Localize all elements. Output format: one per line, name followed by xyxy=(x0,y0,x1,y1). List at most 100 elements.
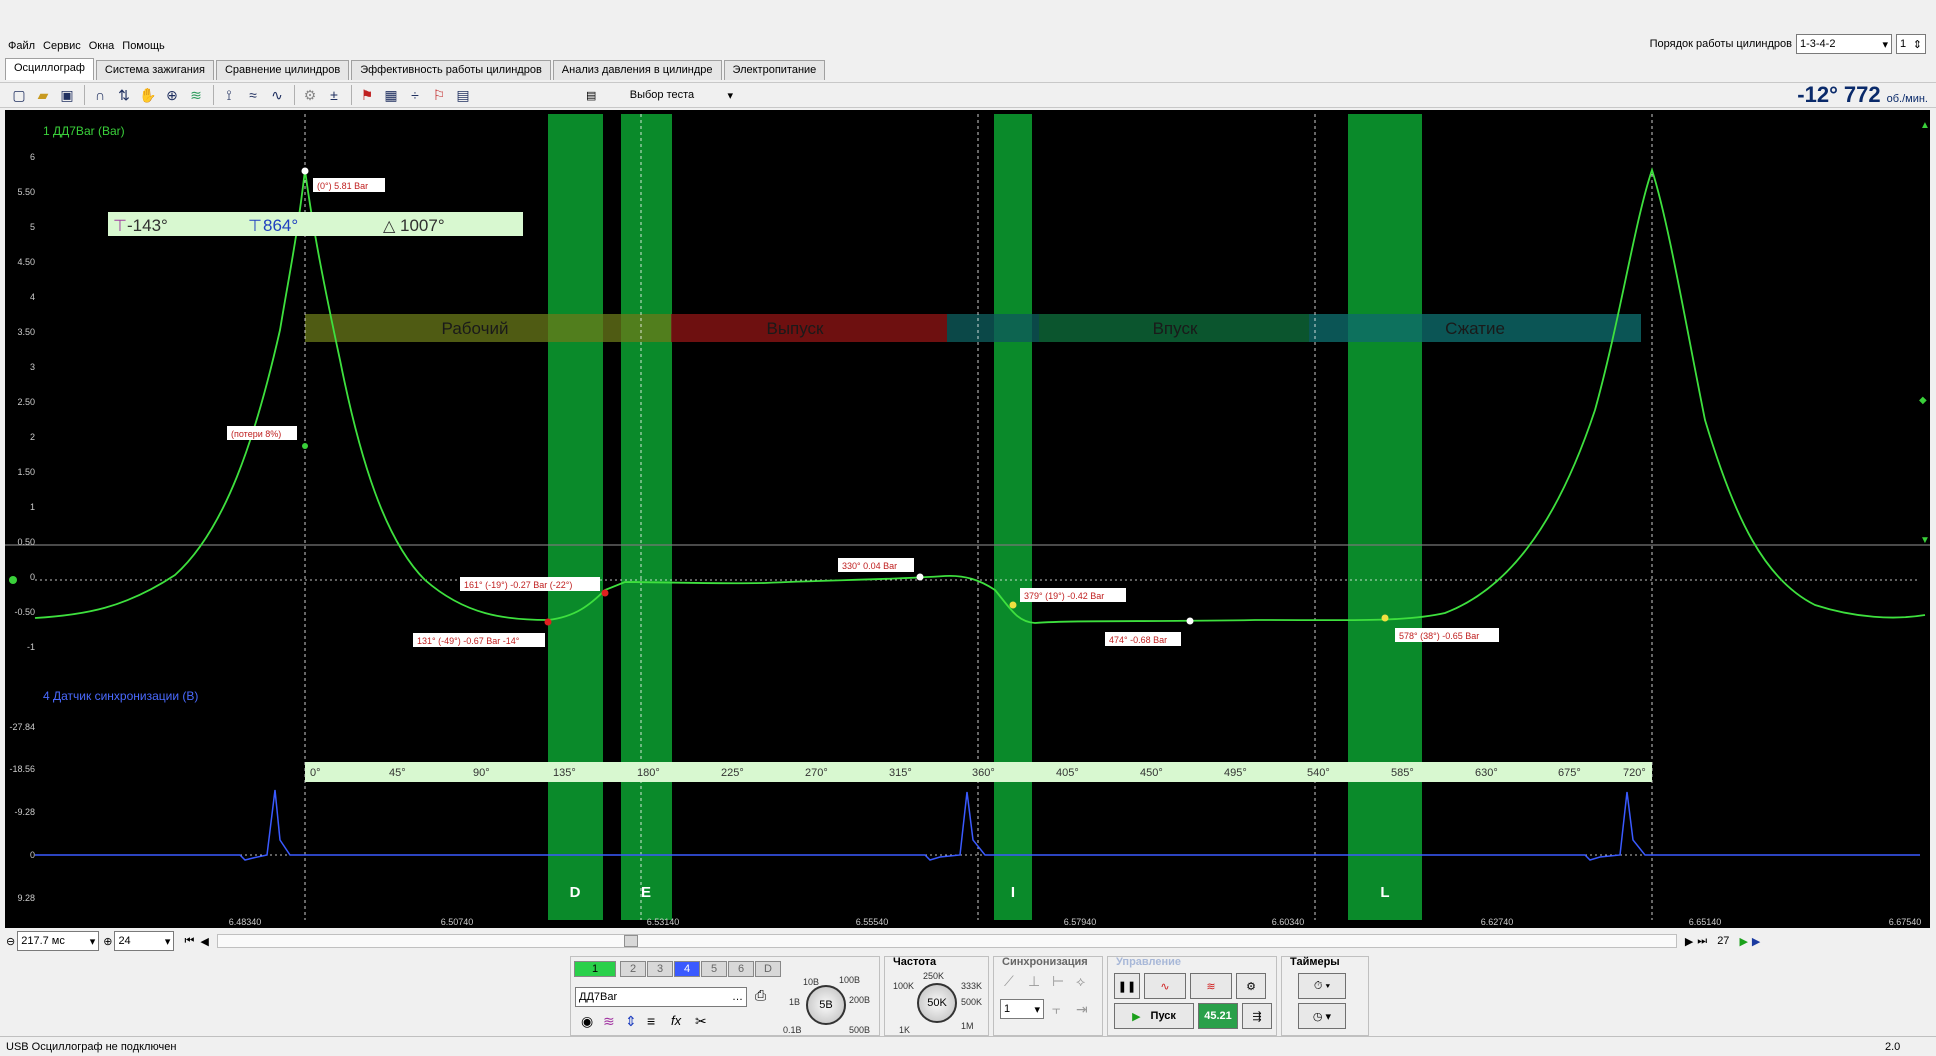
wave-tool-icon[interactable]: ≋ xyxy=(603,1013,615,1030)
scroll-up-icon[interactable]: ▲ xyxy=(1920,120,1930,131)
eye-icon[interactable]: ◉ xyxy=(581,1013,593,1030)
flag-icon[interactable]: ⚐ xyxy=(428,84,450,106)
channel-button-5[interactable]: 5 xyxy=(701,961,727,977)
new-file-icon[interactable]: ▢ xyxy=(8,84,30,106)
zoom-out-icon[interactable]: ⊖ xyxy=(6,935,15,948)
play-fast-icon[interactable]: ▶ xyxy=(1752,935,1760,948)
menu-service[interactable]: Сервис xyxy=(43,40,81,52)
filter-icon[interactable]: ⟟ xyxy=(218,84,240,106)
marker-icon[interactable]: ⚑ xyxy=(356,84,378,106)
test-select[interactable]: ▤ Выбор теста ▾ xyxy=(582,85,737,105)
zoom-in-icon[interactable]: ⊕ xyxy=(103,935,112,948)
cylinder-order-select[interactable]: 1-3-4-2 ▾ xyxy=(1796,34,1892,54)
arrows-icon[interactable]: ⇕ xyxy=(625,1013,637,1030)
grid-icon[interactable]: ▦ xyxy=(380,84,402,106)
tab-pressure-analysis[interactable]: Анализ давления в цилиндре xyxy=(552,60,722,80)
point-tdc[interactable] xyxy=(301,167,309,175)
open-folder-icon[interactable]: ▰ xyxy=(32,84,54,106)
auto-play-button[interactable]: ⇶ xyxy=(1242,1003,1272,1029)
hand-icon[interactable]: ✋ xyxy=(137,84,159,106)
stopwatch-icon: ⏱ ▾ xyxy=(1313,979,1331,992)
layers-icon[interactable]: ≋ xyxy=(185,84,207,106)
edge-both-icon[interactable]: ⊢ xyxy=(1052,973,1064,990)
sync-level-icon[interactable]: ⫟ xyxy=(1052,1001,1060,1018)
single-wave-button[interactable]: ∿ xyxy=(1144,973,1186,999)
cursor-icon[interactable]: ⇅ xyxy=(113,84,135,106)
point-474[interactable] xyxy=(1186,617,1194,625)
start-button[interactable]: ▶ Пуск xyxy=(1114,1003,1194,1029)
point-161[interactable] xyxy=(601,589,609,597)
split-icon[interactable]: ÷ xyxy=(404,84,426,106)
frequency-value: 50K xyxy=(927,997,947,1009)
sync-mode-icon[interactable]: ⇥ xyxy=(1076,1001,1088,1018)
scrollbar-thumb[interactable] xyxy=(623,935,638,947)
timebase-select[interactable]: 217.7 мс ▾ xyxy=(17,931,100,951)
loop-icon[interactable]: ∩ xyxy=(89,84,111,106)
fx-icon[interactable]: fx xyxy=(671,1013,681,1028)
sensor-select[interactable]: ДД7Bar… xyxy=(575,987,747,1007)
timer-button-1[interactable]: ⏱ ▾ xyxy=(1298,973,1346,999)
degree-label: 315° xyxy=(889,767,912,779)
printer-icon[interactable]: ⎙ xyxy=(755,987,766,1004)
point-131[interactable] xyxy=(544,618,552,626)
zero-icon[interactable]: ± xyxy=(323,84,345,106)
level-marker-icon[interactable]: ◆ xyxy=(1919,395,1927,406)
menu-windows[interactable]: Окна xyxy=(89,40,115,52)
channel-button-d[interactable]: D xyxy=(755,961,781,977)
volt-knob[interactable]: 5В xyxy=(806,985,846,1025)
zoom-select[interactable]: 24 ▾ xyxy=(114,931,175,951)
cylinder-index-stepper[interactable]: 1 ⇕ xyxy=(1896,34,1926,54)
pause-button[interactable]: ❚❚ xyxy=(1114,973,1140,999)
edge-fall-icon[interactable]: ⊥ xyxy=(1028,973,1040,990)
edge-custom-icon[interactable]: ⟡ xyxy=(1076,973,1085,990)
tab-cylinder-efficiency[interactable]: Эффективность работы цилиндров xyxy=(351,60,551,80)
test-select-label: Выбор теста xyxy=(629,89,695,101)
menu-help[interactable]: Помощь xyxy=(122,40,165,52)
ch1-y-tick: 1 xyxy=(30,502,35,512)
sync-wave-icon[interactable]: ∿ xyxy=(266,84,288,106)
tab-oscilloscope[interactable]: Осциллограф xyxy=(5,58,94,80)
annotation-tdc: (0°) 5.81 Bar xyxy=(313,178,385,192)
ch1-offset-marker[interactable] xyxy=(9,576,17,584)
channel-button-3[interactable]: 3 xyxy=(647,961,673,977)
prev-icon[interactable]: ◀ xyxy=(200,935,208,948)
lines-icon[interactable]: ≡ xyxy=(647,1013,655,1029)
tools-icon[interactable]: ✂ xyxy=(695,1013,707,1030)
timer-button-2[interactable]: ◷ ▾ xyxy=(1298,1003,1346,1029)
channel-button-2[interactable]: 2 xyxy=(620,961,646,977)
channel-button-6[interactable]: 6 xyxy=(728,961,754,977)
first-page-icon[interactable]: ⏮ xyxy=(184,935,194,948)
frequency-knob[interactable]: 50K xyxy=(917,983,957,1023)
svg-text:(потери 8%): (потери 8%) xyxy=(231,429,281,439)
tab-cylinder-compare[interactable]: Сравнение цилиндров xyxy=(215,60,350,80)
scroll-down-icon[interactable]: ▼ xyxy=(1920,535,1930,546)
tab-power[interactable]: Электропитание xyxy=(723,60,826,80)
menu-file[interactable]: Файл xyxy=(8,40,35,52)
channel-button-1[interactable]: 1 xyxy=(574,961,616,977)
point-379[interactable] xyxy=(1009,601,1017,609)
tab-ignition[interactable]: Система зажигания xyxy=(95,60,214,80)
point-330[interactable] xyxy=(916,573,924,581)
zoom-icon[interactable]: ⊕ xyxy=(161,84,183,106)
auto-settings-button[interactable]: ⚙ xyxy=(1236,973,1266,999)
wave-icon[interactable]: ≈ xyxy=(242,84,264,106)
edge-rise-icon[interactable]: ⟋ xyxy=(1004,973,1014,990)
play-icon[interactable]: ▶ xyxy=(1739,935,1747,948)
point-578[interactable] xyxy=(1381,614,1389,622)
last-page-icon[interactable]: ⏭ xyxy=(1697,935,1707,948)
report-icon[interactable]: ▤ xyxy=(452,84,474,106)
channel-button-4[interactable]: 4 xyxy=(674,961,700,977)
chevron-down-icon: ▾ xyxy=(727,89,733,102)
next-page-icon[interactable]: ▶ xyxy=(1685,935,1693,948)
save-icon[interactable]: ▣ xyxy=(56,84,78,106)
volt-value: 5В xyxy=(819,999,833,1011)
sync-channel-select[interactable]: 1 ▾ xyxy=(1000,999,1044,1019)
menu-bar: Файл Сервис Окна Помощь xyxy=(0,36,1936,56)
ch1-y-tick: 6 xyxy=(30,152,35,162)
oscilloscope-display[interactable]: Рабочий Выпуск Впуск Сжатие 1 ДД7Bar (Ba… xyxy=(5,110,1930,928)
navigation-bar: ⊖ 217.7 мс ▾ ⊕ 24 ▾ ⏮ ◀ ▶ ⏭ 27 ▶ ▶ xyxy=(0,930,1936,952)
multi-wave-button[interactable]: ≋ xyxy=(1190,973,1232,999)
time-scrollbar[interactable] xyxy=(216,934,1677,948)
auto-icon[interactable]: ⚙ xyxy=(299,84,321,106)
chevron-down-icon: ▾ xyxy=(1034,1003,1040,1016)
